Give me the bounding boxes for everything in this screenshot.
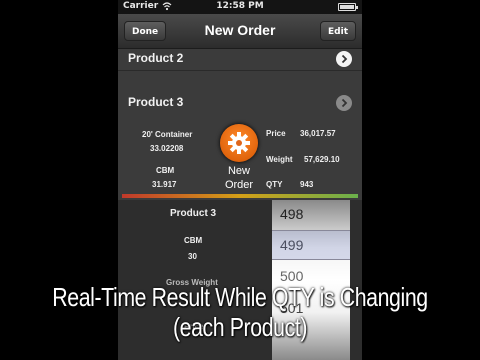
- product-row-2[interactable]: Product 2: [118, 48, 362, 71]
- cbm-label: CBM: [156, 166, 175, 175]
- battery-icon: [338, 3, 358, 11]
- edit-button[interactable]: Edit: [320, 21, 356, 41]
- caption-line1: Real-Time Result While QTY is Changing: [52, 282, 428, 312]
- price-value: 36,017.57: [300, 129, 336, 138]
- lower-product-label: Product 3: [170, 208, 217, 219]
- price-label: Price: [266, 129, 286, 138]
- weight-value: 57,629.10: [304, 155, 340, 164]
- status-bar: Carrier 12:58 PM: [118, 0, 362, 14]
- qty-value: 943: [300, 180, 314, 189]
- new-order-line2: Order: [224, 179, 254, 191]
- qty-label: QTY: [266, 180, 283, 189]
- weight-label: Weight: [266, 155, 293, 164]
- new-order-label[interactable]: New Order: [217, 164, 261, 192]
- container-value: 33.02208: [150, 144, 184, 153]
- new-order-line1: New: [227, 165, 250, 177]
- video-caption: Real-Time Result While QTY is Changing (…: [0, 282, 480, 342]
- navigation-bar: Done New Order Edit: [118, 14, 362, 49]
- lower-cbm-label: CBM: [184, 236, 203, 245]
- chevron-right-icon[interactable]: [336, 95, 352, 111]
- picker-selection-highlight: [272, 230, 350, 260]
- caption-line2: (each Product): [172, 312, 308, 342]
- lower-cbm-value: 30: [188, 252, 197, 261]
- cbm-value: 31.917: [152, 180, 177, 189]
- product-row-3[interactable]: Product 3: [118, 88, 362, 116]
- gear-icon: [228, 132, 250, 154]
- progress-bar: [122, 194, 358, 198]
- new-order-button[interactable]: [220, 124, 258, 162]
- picker-option[interactable]: 498: [280, 206, 303, 222]
- status-time: 12:58 PM: [216, 1, 264, 11]
- product-label: Product 2: [128, 51, 184, 65]
- chevron-right-icon[interactable]: [336, 51, 352, 67]
- container-label: 20' Container: [142, 130, 193, 139]
- product-label: Product 3: [128, 95, 184, 109]
